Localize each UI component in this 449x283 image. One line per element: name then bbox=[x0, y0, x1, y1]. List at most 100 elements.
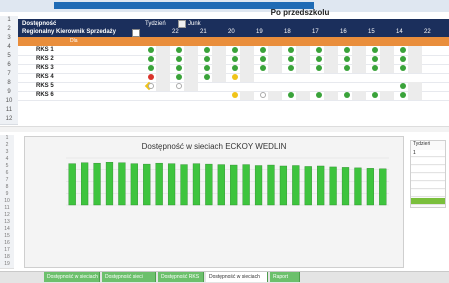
value-cell[interactable] bbox=[408, 91, 422, 100]
value-cell[interactable] bbox=[296, 46, 310, 55]
sheet-tab[interactable]: Dostępność w sieciach bbox=[206, 272, 268, 282]
value-cell[interactable] bbox=[352, 55, 366, 64]
week-column-header[interactable]: 21 bbox=[200, 29, 207, 35]
value-cell[interactable] bbox=[240, 64, 254, 73]
chart-bar[interactable] bbox=[279, 165, 288, 206]
value-cell[interactable] bbox=[212, 55, 226, 64]
value-cell[interactable] bbox=[156, 82, 170, 91]
chart-bar[interactable] bbox=[68, 163, 76, 206]
value-cell[interactable] bbox=[156, 64, 170, 73]
value-cell[interactable] bbox=[240, 55, 254, 64]
week-column-header[interactable]: 16 bbox=[340, 29, 347, 35]
value-cell[interactable] bbox=[408, 46, 422, 55]
value-cell[interactable] bbox=[324, 64, 338, 73]
value-cell[interactable] bbox=[408, 55, 422, 64]
chart-bar[interactable] bbox=[205, 163, 213, 206]
chart-bar[interactable] bbox=[354, 167, 362, 206]
value-cell[interactable] bbox=[324, 55, 338, 64]
value-cell[interactable] bbox=[240, 46, 254, 55]
chart-bar[interactable] bbox=[341, 167, 350, 206]
chart-bar[interactable] bbox=[105, 162, 114, 206]
slicer-item[interactable] bbox=[411, 166, 445, 173]
week-column-header[interactable]: 14 bbox=[396, 29, 403, 35]
slicer-item[interactable] bbox=[411, 174, 445, 181]
week-column-header[interactable]: 17 bbox=[312, 29, 319, 35]
week-column-header[interactable]: 18 bbox=[284, 29, 291, 35]
value-cell[interactable] bbox=[352, 91, 366, 100]
chart-bar[interactable] bbox=[167, 163, 176, 206]
value-cell[interactable] bbox=[184, 82, 198, 91]
value-cell[interactable] bbox=[380, 91, 394, 100]
value-cell[interactable] bbox=[380, 64, 394, 73]
chart-bar[interactable] bbox=[254, 165, 263, 206]
week-column-header[interactable]: 15 bbox=[368, 29, 375, 35]
value-cell[interactable] bbox=[296, 91, 310, 100]
chart-bar[interactable] bbox=[366, 168, 374, 206]
chart-bar[interactable] bbox=[379, 168, 387, 206]
chart-bar[interactable] bbox=[317, 165, 325, 206]
row-number[interactable]: 19 bbox=[0, 261, 14, 269]
value-cell[interactable] bbox=[240, 91, 254, 100]
value-cell[interactable] bbox=[184, 46, 198, 55]
value-cell[interactable] bbox=[324, 91, 338, 100]
slicer-item[interactable] bbox=[411, 182, 445, 189]
status-indicator-icon bbox=[260, 65, 266, 71]
value-cell[interactable] bbox=[408, 64, 422, 73]
sheet-tab[interactable]: Dostępność sieci bbox=[102, 272, 156, 282]
chart-bar[interactable] bbox=[292, 165, 300, 206]
week-column-header[interactable]: 19 bbox=[256, 29, 263, 35]
sheet-tab[interactable]: Raport bbox=[270, 272, 300, 282]
chart-bar[interactable] bbox=[217, 164, 225, 206]
value-cell[interactable] bbox=[156, 46, 170, 55]
value-cell[interactable] bbox=[324, 46, 338, 55]
value-cell[interactable] bbox=[212, 73, 226, 82]
value-cell[interactable] bbox=[268, 91, 282, 100]
week-column-header[interactable]: 20 bbox=[228, 29, 235, 35]
chart-bar[interactable] bbox=[329, 166, 337, 206]
chart-bar[interactable] bbox=[130, 163, 138, 206]
value-cell[interactable] bbox=[296, 55, 310, 64]
value-cell[interactable] bbox=[212, 64, 226, 73]
week-column-header[interactable]: 22 bbox=[424, 29, 431, 35]
value-cell[interactable] bbox=[268, 46, 282, 55]
status-indicator-icon bbox=[232, 65, 238, 71]
sheet-separator bbox=[0, 126, 449, 132]
slicer-item[interactable] bbox=[411, 198, 445, 205]
slicer-item[interactable]: 1 bbox=[411, 150, 445, 157]
manager-dropdown-button[interactable] bbox=[132, 29, 140, 37]
value-cell[interactable] bbox=[268, 55, 282, 64]
chart-bar[interactable] bbox=[192, 163, 201, 206]
filter-icon[interactable] bbox=[178, 20, 186, 28]
status-indicator-icon bbox=[260, 92, 266, 98]
value-cell[interactable] bbox=[380, 55, 394, 64]
chart-bar[interactable] bbox=[242, 164, 250, 206]
value-cell[interactable] bbox=[156, 73, 170, 82]
sheet-tab[interactable]: Dostępność RKS bbox=[158, 272, 204, 282]
value-cell[interactable] bbox=[296, 64, 310, 73]
chart-bar[interactable] bbox=[143, 163, 151, 206]
value-cell[interactable] bbox=[156, 55, 170, 64]
value-cell[interactable] bbox=[184, 55, 198, 64]
value-cell[interactable] bbox=[380, 46, 394, 55]
value-cell[interactable] bbox=[408, 82, 422, 91]
sheet-tab[interactable]: Dostępność w sieciach bbox=[44, 272, 100, 282]
value-cell[interactable] bbox=[184, 73, 198, 82]
chart-bar[interactable] bbox=[304, 166, 312, 206]
chart-bar[interactable] bbox=[267, 164, 275, 206]
chart-bar[interactable] bbox=[180, 164, 188, 206]
slicer-item[interactable] bbox=[411, 190, 445, 197]
week-column-header[interactable]: 22 bbox=[172, 29, 179, 35]
chart-bar[interactable] bbox=[155, 162, 163, 206]
value-cell[interactable] bbox=[212, 46, 226, 55]
row-number[interactable]: 12 bbox=[0, 115, 18, 125]
value-cell[interactable] bbox=[352, 64, 366, 73]
chart-bar[interactable] bbox=[81, 162, 89, 206]
chart-bar[interactable] bbox=[230, 164, 238, 206]
value-cell[interactable] bbox=[352, 46, 366, 55]
slicer-item[interactable] bbox=[411, 158, 445, 165]
chart-bar[interactable] bbox=[118, 162, 126, 206]
chart-bar[interactable] bbox=[93, 162, 101, 206]
value-cell[interactable] bbox=[268, 64, 282, 73]
value-cell[interactable] bbox=[184, 64, 198, 73]
value-cell[interactable] bbox=[240, 73, 254, 82]
